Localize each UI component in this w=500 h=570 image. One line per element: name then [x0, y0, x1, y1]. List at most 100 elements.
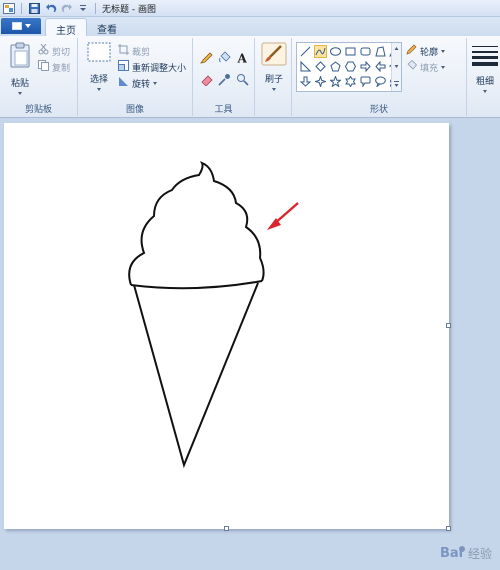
left-arrow-shape-icon[interactable] — [374, 60, 387, 73]
image-group-label: 图像 — [125, 105, 144, 115]
watermark-text: 经验 — [467, 547, 492, 561]
chevron-down-icon — [24, 24, 31, 28]
brush-icon — [261, 42, 287, 69]
window-title: 无标题 - 画图 — [102, 4, 156, 15]
line-thickness-icon — [472, 44, 498, 69]
shapes-gallery — [296, 42, 402, 92]
clipboard-group: 粘贴 剪切 复制 剪贴板 — [0, 38, 78, 116]
ribbon: 粘贴 剪切 复制 剪贴板 选择 裁剪 重新调整大小 旋转 图像 A 工具 刷子 … — [0, 36, 500, 118]
save-icon[interactable] — [28, 2, 41, 14]
chevron-down-icon — [272, 88, 276, 91]
customize-quick-access-icon[interactable] — [76, 2, 89, 14]
scissors-icon — [38, 43, 49, 58]
cone-outline — [133, 282, 259, 469]
resize-icon — [118, 60, 129, 74]
chevron-down-icon — [153, 81, 158, 85]
fill-label: 填充 — [420, 63, 439, 74]
size-group: 粗细 — [467, 38, 500, 116]
oval-callout-shape-icon[interactable] — [374, 75, 387, 88]
chevron-down-icon — [97, 88, 101, 91]
outline-pencil-icon — [406, 44, 417, 58]
text-icon[interactable]: A — [234, 50, 250, 65]
chevron-down-icon — [18, 92, 22, 95]
brushes-group: 刷子 — [255, 38, 292, 116]
copy-label: 复制 — [52, 63, 71, 74]
ribbon-tab-row: 主页 查看 — [0, 17, 500, 37]
fill-button[interactable]: 填充 — [406, 59, 446, 74]
rounded-rectangle-shape-icon[interactable] — [359, 45, 372, 58]
ice-cream-drawing — [128, 161, 299, 469]
polygon-shape-icon[interactable] — [374, 45, 387, 58]
paste-button[interactable]: 粘贴 — [5, 42, 35, 95]
hexagon-shape-icon[interactable] — [344, 60, 357, 73]
resize-handle-corner[interactable] — [446, 526, 451, 531]
scoop-base-line — [130, 280, 263, 290]
shapes-gallery-scrollbar[interactable] — [391, 43, 401, 91]
cut-button[interactable]: 剪切 — [38, 43, 71, 58]
paste-label: 粘贴 — [10, 79, 29, 89]
outline-label: 轮廓 — [420, 47, 439, 58]
copy-icon — [38, 60, 49, 74]
fill-icon[interactable] — [216, 50, 232, 65]
selection-rectangle-icon — [87, 42, 111, 65]
oval-shape-icon[interactable] — [329, 45, 342, 58]
redo-icon[interactable] — [60, 2, 73, 14]
size-button[interactable]: 粗细 — [472, 44, 498, 93]
crop-button[interactable]: 裁剪 — [118, 44, 150, 58]
divider — [21, 2, 22, 14]
diamond-shape-icon[interactable] — [314, 60, 327, 73]
down-arrow-shape-icon[interactable] — [299, 75, 312, 88]
drawing-canvas[interactable] — [4, 123, 451, 531]
paint-app-icon[interactable] — [2, 2, 15, 14]
rotate-label: 旋转 — [132, 79, 151, 90]
divider — [95, 2, 96, 14]
scoop-outline — [128, 161, 265, 286]
image-group: 选择 裁剪 重新调整大小 旋转 图像 — [78, 38, 193, 116]
document-icon — [11, 22, 22, 30]
resize-button[interactable]: 重新调整大小 — [118, 60, 186, 74]
six-point-star-shape-icon[interactable] — [344, 75, 357, 88]
resize-label: 重新调整大小 — [132, 63, 187, 74]
right-triangle-shape-icon[interactable] — [299, 60, 312, 73]
crop-icon — [118, 44, 129, 58]
outline-button[interactable]: 轮廓 — [406, 44, 446, 58]
rotate-button[interactable]: 旋转 — [118, 76, 158, 90]
shapes-group-label: 形状 — [369, 105, 388, 115]
magnifier-icon[interactable] — [234, 72, 250, 87]
paw-logo-icon: Bai — [440, 543, 466, 564]
resize-handle-right[interactable] — [446, 323, 451, 328]
canvas-workspace: Bai 经验 — [0, 119, 500, 570]
line-shape-icon[interactable] — [299, 45, 312, 58]
select-button[interactable]: 选择 — [84, 42, 114, 91]
rotate-icon — [118, 76, 129, 90]
pentagon-shape-icon[interactable] — [329, 60, 342, 73]
size-label: 粗细 — [475, 77, 494, 87]
tools-group-label: 工具 — [214, 105, 233, 115]
rectangle-shape-icon[interactable] — [344, 45, 357, 58]
resize-handle-bottom[interactable] — [224, 526, 229, 531]
eraser-icon[interactable] — [198, 72, 214, 87]
title-bar: 无标题 - 画图 — [0, 0, 500, 17]
rounded-callout-shape-icon[interactable] — [359, 75, 372, 88]
paint-menu-button[interactable] — [1, 18, 41, 34]
undo-icon[interactable] — [44, 2, 57, 14]
brushes-button[interactable]: 刷子 — [259, 42, 289, 91]
chevron-down-icon — [483, 90, 487, 93]
clipboard-group-label: 剪贴板 — [24, 105, 52, 115]
right-arrow-shape-icon[interactable] — [359, 60, 372, 73]
chevron-down-icon — [441, 65, 446, 69]
fill-bucket-icon — [406, 59, 418, 74]
cut-label: 剪切 — [52, 47, 71, 58]
tab-view[interactable]: 查看 — [87, 18, 127, 36]
curve-shape-icon[interactable] — [314, 45, 327, 58]
four-point-star-shape-icon[interactable] — [314, 75, 327, 88]
pencil-icon[interactable] — [198, 50, 214, 65]
copy-button[interactable]: 复制 — [38, 60, 70, 74]
svg-text:A: A — [236, 52, 247, 65]
tab-home[interactable]: 主页 — [45, 18, 87, 37]
tools-group: A 工具 — [193, 38, 255, 116]
color-picker-icon[interactable] — [216, 72, 232, 87]
clipboard-icon — [9, 42, 31, 71]
watermark: Bai 经验 — [440, 543, 492, 564]
five-point-star-shape-icon[interactable] — [329, 75, 342, 88]
